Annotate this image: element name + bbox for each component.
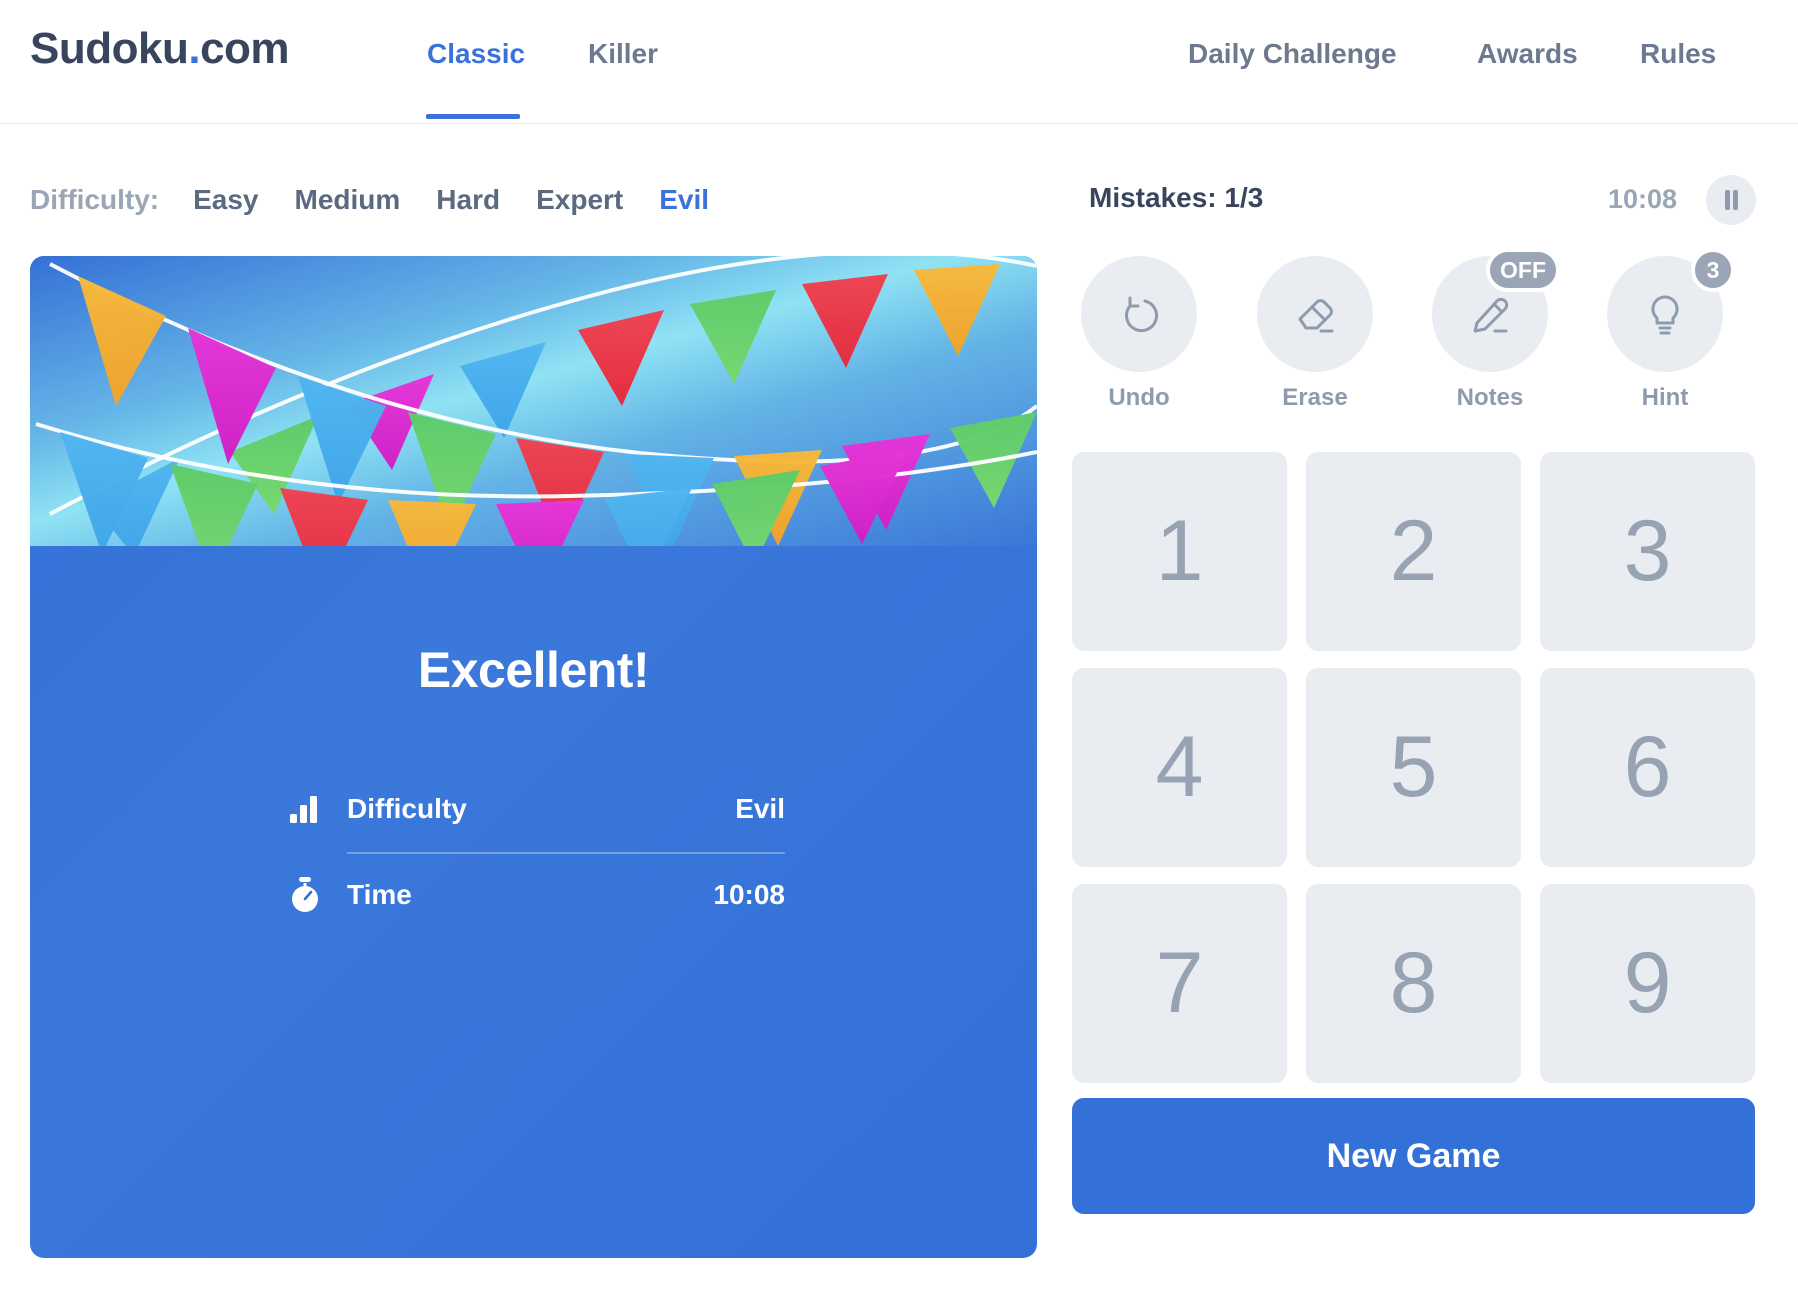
undo-icon <box>1125 296 1158 333</box>
new-game-button[interactable]: New Game <box>1072 1098 1755 1214</box>
tool-bar: Undo Erase OFF Notes 3 Hint <box>1072 248 1755 416</box>
notes-label: Notes <box>1456 384 1524 411</box>
tab-classic[interactable]: Classic <box>427 38 525 70</box>
hint-count-badge: 3 <box>1691 248 1735 292</box>
number-key-7[interactable]: 7 <box>1072 884 1287 1083</box>
logo-tld: com <box>200 24 290 73</box>
stat-label-time: Time <box>347 879 412 910</box>
difficulty-selector: Difficulty: Easy Medium Hard Expert Evil <box>30 182 709 218</box>
difficulty-option-evil[interactable]: Evil <box>659 184 709 216</box>
number-key-1[interactable]: 1 <box>1072 452 1287 651</box>
stat-value-difficulty: Evil <box>735 793 785 824</box>
bunting-decoration <box>30 256 1037 546</box>
difficulty-option-easy[interactable]: Easy <box>193 184 258 216</box>
win-stats: Difficulty Evil Time 10:08 <box>285 766 785 938</box>
active-tab-indicator <box>426 114 520 119</box>
nav-rules[interactable]: Rules <box>1640 38 1716 70</box>
difficulty-option-medium[interactable]: Medium <box>295 184 401 216</box>
erase-label: Erase <box>1282 384 1348 411</box>
hint-button[interactable]: 3 Hint <box>1600 248 1735 412</box>
logo-main: Sudoku <box>30 24 189 73</box>
pencil-icon <box>1473 297 1509 333</box>
logo-dot: . <box>188 24 201 73</box>
undo-label: Undo <box>1108 384 1170 411</box>
number-pad: 1 2 3 4 5 6 7 8 9 <box>1072 452 1755 1083</box>
number-key-5[interactable]: 5 <box>1306 668 1521 867</box>
difficulty-option-hard[interactable]: Hard <box>436 184 500 216</box>
undo-button[interactable]: Undo <box>1074 256 1204 412</box>
stat-label-difficulty: Difficulty <box>347 793 467 824</box>
pause-button[interactable] <box>1706 175 1756 225</box>
game-timer: 10:08 <box>1608 184 1678 214</box>
undo-button-circle[interactable] <box>1081 256 1197 372</box>
eraser-icon <box>1298 299 1334 333</box>
difficulty-label: Difficulty: <box>30 184 160 215</box>
hint-button-circle[interactable]: 3 <box>1607 248 1735 372</box>
stat-value-time: 10:08 <box>713 879 785 910</box>
notes-state-badge: OFF <box>1486 248 1560 292</box>
number-key-2[interactable]: 2 <box>1306 452 1521 651</box>
tab-killer[interactable]: Killer <box>588 38 658 70</box>
number-key-4[interactable]: 4 <box>1072 668 1287 867</box>
nav-daily-challenge[interactable]: Daily Challenge <box>1188 38 1397 70</box>
site-logo[interactable]: Sudoku.com <box>30 24 290 74</box>
number-key-6[interactable]: 6 <box>1540 668 1755 867</box>
bar-chart-icon <box>285 789 325 829</box>
erase-button[interactable]: Erase <box>1250 256 1380 412</box>
nav-awards[interactable]: Awards <box>1477 38 1578 70</box>
site-header: Sudoku.com Classic Killer Daily Challeng… <box>0 0 1798 124</box>
mistakes-counter: Mistakes: 1/3 <box>1089 182 1264 213</box>
erase-button-circle[interactable] <box>1257 256 1373 372</box>
win-title: Excellent! <box>417 642 650 698</box>
pause-icon <box>1725 190 1730 210</box>
number-key-8[interactable]: 8 <box>1306 884 1521 1083</box>
stopwatch-icon <box>285 875 325 915</box>
stat-row-time: Time 10:08 <box>285 852 785 938</box>
number-key-9[interactable]: 9 <box>1540 884 1755 1083</box>
number-key-3[interactable]: 3 <box>1540 452 1755 651</box>
difficulty-option-expert[interactable]: Expert <box>536 184 623 216</box>
stat-row-difficulty: Difficulty Evil <box>285 766 785 854</box>
win-panel: Excellent! Difficulty Evil Time 10:08 <box>30 256 1037 1258</box>
notes-button-circle[interactable]: OFF <box>1432 248 1560 372</box>
game-controls-column: Undo Erase OFF Notes 3 Hint 1 2 3 4 5 6 … <box>1072 248 1755 1214</box>
hint-label: Hint <box>1641 384 1689 411</box>
lightbulb-icon <box>1651 295 1679 335</box>
pause-icon-bar2 <box>1733 190 1738 210</box>
notes-button[interactable]: OFF Notes <box>1425 248 1560 412</box>
